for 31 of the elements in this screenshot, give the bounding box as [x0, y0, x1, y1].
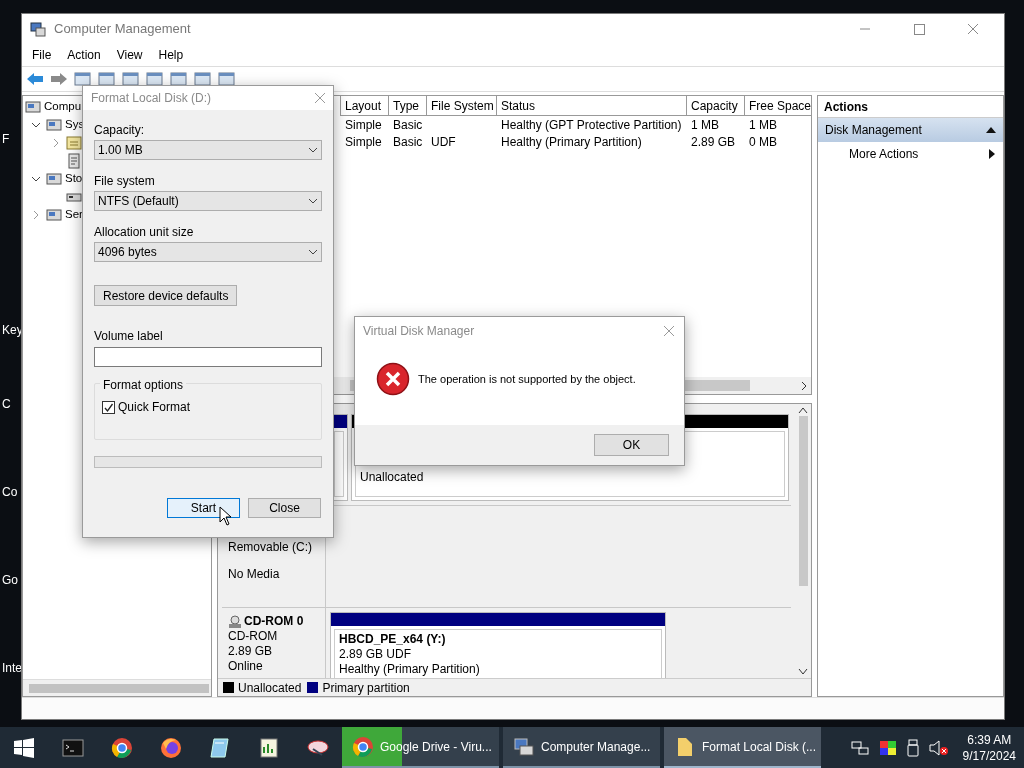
table-cell-text: 1 MB — [748, 116, 778, 133]
table-cell-text: Basic — [392, 133, 424, 150]
table-cell-text: Simple — [344, 116, 383, 133]
table-cell-text: 2.89 GB — [690, 133, 737, 150]
disk-name: CD-ROM 0 — [244, 614, 304, 629]
field-label: Volume label — [94, 328, 164, 345]
disk-info: No Media — [228, 567, 281, 582]
table-cell-text: 1 MB — [690, 116, 720, 133]
partition-info: Unallocated — [360, 470, 425, 485]
field-label: File system — [94, 174, 156, 188]
field-label: Allocation unit size — [94, 225, 195, 239]
table-cell-text: Basic — [392, 116, 424, 133]
dialog-title: Virtual Disk Manager — [363, 323, 476, 340]
disk-info: CD-ROM — [228, 629, 279, 644]
partition-info: Healthy (Primary Partition) — [339, 662, 481, 677]
error-message: The operation is not supported by the object. — [418, 371, 636, 387]
disk-info: 2.89 GB — [228, 644, 274, 659]
table-cell-text: Healthy (Primary Partition) — [500, 133, 643, 150]
table-cell-text: Simple — [344, 133, 383, 150]
partition-title: HBCD_PE_x64 (Y:) — [339, 632, 447, 647]
legend-label: Primary partition — [322, 679, 410, 697]
disk-info: Online — [228, 659, 264, 674]
field-label: Capacity: — [94, 123, 146, 137]
window-title: Computer Management — [54, 20, 192, 39]
partition-info: 2.89 GB UDF — [339, 647, 413, 662]
dialog-title: Format Local Disk (D:) — [91, 90, 213, 107]
disk-info: Removable (C:) — [228, 540, 314, 555]
table-cell-text: 0 MB — [748, 133, 778, 150]
legend-label: Unallocated — [238, 679, 302, 697]
table-cell-text: UDF — [430, 133, 457, 150]
table-cell-text: Healthy (GPT Protective Partition) — [500, 116, 683, 133]
